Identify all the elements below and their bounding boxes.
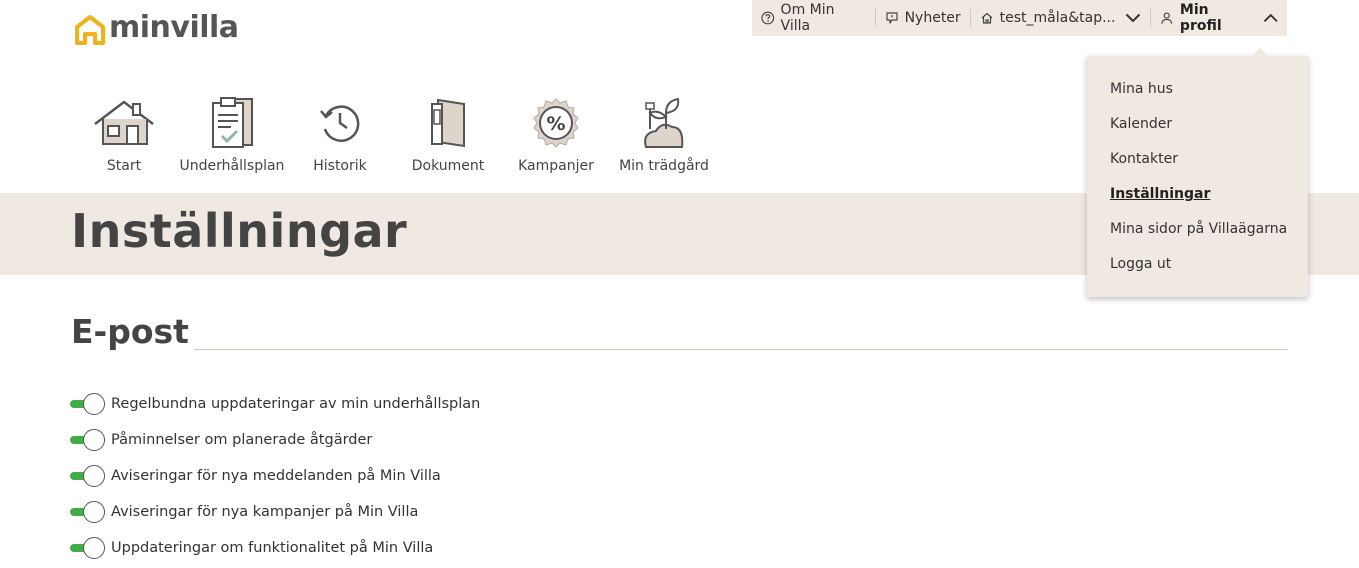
menu-item-kontakter[interactable]: Kontakter [1087,142,1308,177]
house-label: test_måla&tap... [999,10,1116,26]
toggle-knob [83,429,105,451]
setting-label: Påminnelser om planerade åtgärder [111,432,373,448]
menu-item-mina-hus[interactable]: Mina hus [1087,72,1308,107]
chevron-down-icon [1126,13,1141,23]
logo-text: minvilla [109,10,239,45]
setting-label: Regelbundna uppdateringar av min underhå… [111,396,481,412]
toggle-knob [83,537,105,559]
nav-item-historik[interactable]: Historik [286,92,394,174]
nav-item-dokument[interactable]: Dokument [394,92,502,174]
page-title: Inställningar [71,204,408,258]
menu-item-installningar[interactable]: Inställningar [1087,177,1308,212]
speech-bubble-icon [885,12,898,24]
chevron-up-icon [1263,13,1278,23]
setting-row: Aviseringar för nya kampanjer på Min Vil… [70,494,480,530]
help-circle-icon [761,11,775,25]
menu-item-logga-ut[interactable]: Logga ut [1087,247,1308,282]
nav-item-min-tradgard[interactable]: Min trädgård [610,92,718,174]
nav-label: Dokument [411,158,485,174]
svg-text:%: % [546,113,565,135]
toggle-switch[interactable] [70,465,106,487]
house-selector[interactable]: test_måla&tap... [971,0,1151,36]
setting-label: Aviseringar för nya meddelanden på Min V… [111,468,441,484]
nav-label: Start [106,158,142,174]
news-link[interactable]: Nyheter [876,0,970,36]
toggle-knob [83,393,105,415]
menu-item-mina-sidor[interactable]: Mina sidor på Villaägarna [1087,212,1308,247]
minvilla-logo[interactable]: minvilla [74,10,239,45]
top-bar: Om Min Villa Nyheter test_måla&tap... Mi… [752,0,1287,36]
toggle-switch[interactable] [70,429,106,451]
setting-label: Uppdateringar om funktionalitet på Min V… [111,540,434,556]
nav-label: Underhållsplan [179,158,285,174]
house-icon [981,12,993,24]
profile-label: Min profil [1179,2,1222,34]
section-divider [194,349,1287,350]
setting-row: Regelbundna uppdateringar av min underhå… [70,386,480,422]
main-nav: Start Underhållsplan Historik Dokument %… [70,92,718,174]
menu-item-kalender[interactable]: Kalender [1087,107,1308,142]
email-settings-list: Regelbundna uppdateringar av min underhå… [70,386,480,566]
nav-item-underhallsplan[interactable]: Underhållsplan [178,92,286,174]
profile-menu-toggle[interactable]: Min profil [1151,0,1287,36]
nav-item-kampanjer[interactable]: % Kampanjer [502,92,610,174]
setting-row: Uppdateringar om funktionalitet på Min V… [70,530,480,566]
about-link[interactable]: Om Min Villa [752,0,875,36]
percent-badge-icon: % [522,92,590,154]
garden-icon [630,92,698,154]
document-check-icon [198,92,266,154]
setting-row: Aviseringar för nya meddelanden på Min V… [70,458,480,494]
toggle-switch[interactable] [70,501,106,523]
house-icon [90,92,158,154]
book-icon [414,92,482,154]
news-label: Nyheter [904,10,961,26]
nav-item-start[interactable]: Start [70,92,178,174]
setting-label: Aviseringar för nya kampanjer på Min Vil… [111,504,419,520]
toggle-switch[interactable] [70,393,106,415]
history-icon [306,92,374,154]
nav-label: Min trädgård [619,158,709,174]
house-logo-icon [75,14,105,45]
section-title: E-post [71,312,189,351]
nav-label: Historik [313,158,367,174]
profile-dropdown-menu: Mina hus Kalender Kontakter Inställninga… [1087,48,1308,297]
toggle-knob [83,465,105,487]
about-label: Om Min Villa [780,2,835,34]
toggle-knob [83,501,105,523]
user-icon [1161,12,1173,24]
setting-row: Påminnelser om planerade åtgärder [70,422,480,458]
nav-label: Kampanjer [518,158,594,174]
toggle-switch[interactable] [70,537,106,559]
